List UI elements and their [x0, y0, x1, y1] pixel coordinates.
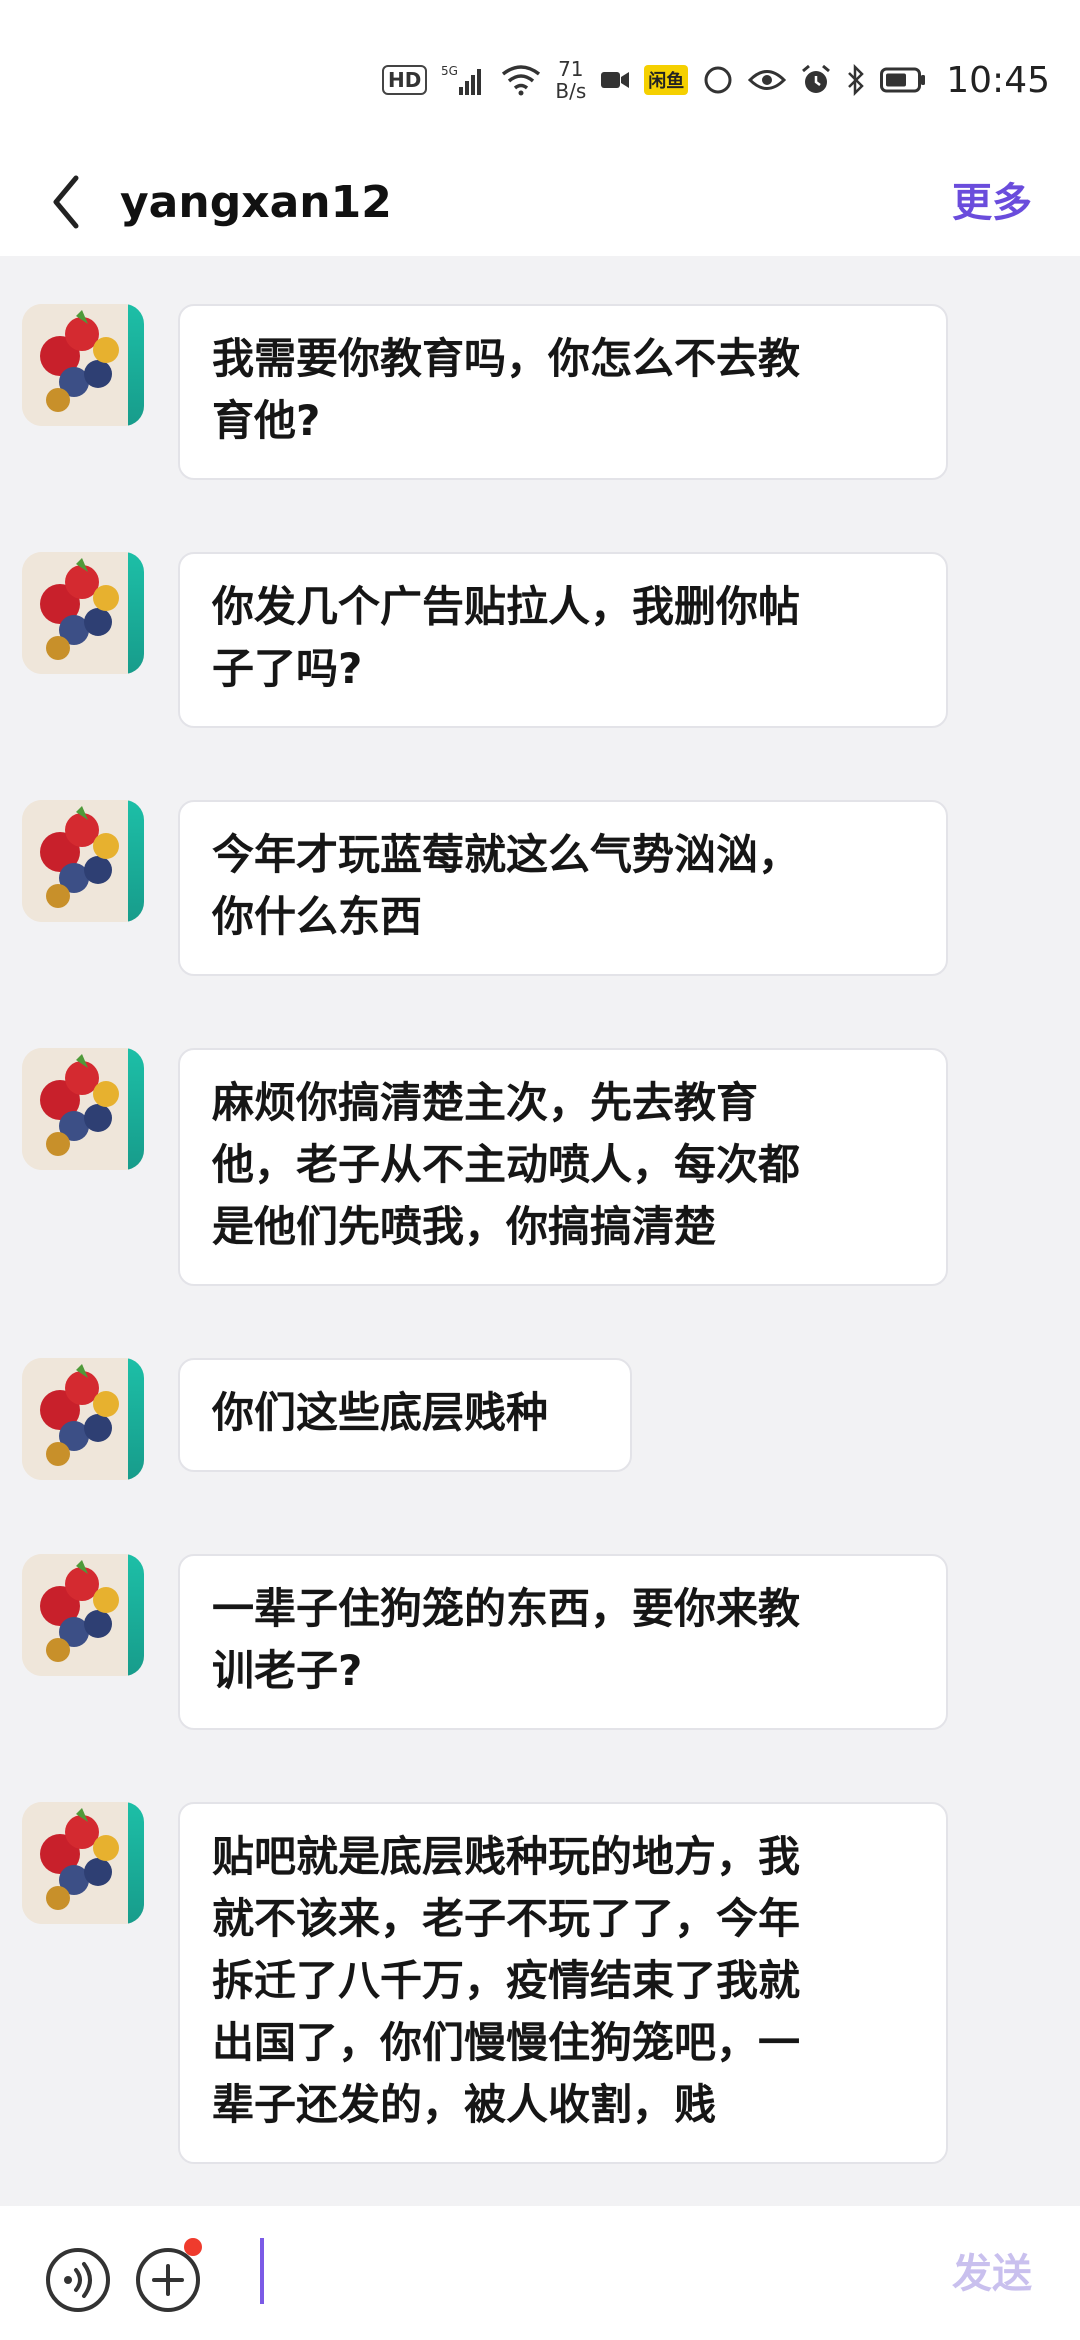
bluetooth-icon: [846, 64, 866, 96]
eye-icon: [748, 67, 787, 93]
avatar[interactable]: [22, 1802, 144, 1924]
alarm-icon: [800, 64, 832, 96]
message-bubble[interactable]: 今年才玩蓝莓就这么气势汹汹， 你什么东西: [178, 800, 948, 976]
svg-text:5G: 5G: [441, 64, 458, 78]
add-icon[interactable]: [134, 2246, 202, 2314]
avatar-accent: [128, 1802, 144, 1924]
avatar-accent: [128, 1048, 144, 1170]
avatar-accent: [128, 800, 144, 922]
notification-dot: [184, 2238, 202, 2256]
wifi-icon: [501, 64, 541, 96]
clock: 10:45: [946, 59, 1050, 101]
avatar-accent: [128, 304, 144, 426]
page-title: yangxan12: [120, 177, 392, 228]
status-icons: HD 5G 71 B/s 闲鱼 10:45: [382, 52, 1050, 108]
message-input[interactable]: [244, 2232, 898, 2314]
message-bubble[interactable]: 我需要你教育吗，你怎么不去教 育他?: [178, 304, 948, 480]
avatar[interactable]: [22, 1358, 144, 1480]
message-list[interactable]: 我需要你教育吗，你怎么不去教 育他? 你发几个广告贴拉人，我删你帖 子了吗? 今…: [0, 256, 1080, 2206]
net-speed: 71 B/s: [555, 58, 586, 102]
chat-header: yangxan12 更多: [0, 150, 1080, 256]
more-button[interactable]: 更多: [952, 172, 1032, 234]
net-speed-value: 71: [558, 57, 584, 81]
message-bubble[interactable]: 贴吧就是底层贱种玩的地方，我 就不该来，老子不玩了了，今年 拆迁了八千万，疫情结…: [178, 1802, 948, 2164]
hd-icon: HD: [382, 65, 428, 95]
text-caret: [260, 2238, 264, 2304]
avatar[interactable]: [22, 304, 144, 426]
message-bubble[interactable]: 麻烦你搞清楚主次，先去教育 他，老子从不主动喷人，每次都 是他们先喷我，你搞搞清…: [178, 1048, 948, 1286]
avatar-accent: [128, 1554, 144, 1676]
avatar[interactable]: [22, 1048, 144, 1170]
avatar-accent: [128, 1358, 144, 1480]
xianyu-badge: 闲鱼: [644, 65, 689, 95]
battery-icon: [880, 67, 926, 93]
send-button[interactable]: 发送: [952, 2244, 1032, 2304]
avatar[interactable]: [22, 800, 144, 922]
message-bubble[interactable]: 一辈子住狗笼的东西，要你来教 训老子?: [178, 1554, 948, 1730]
message-bubble[interactable]: 你发几个广告贴拉人，我删你帖 子了吗?: [178, 552, 948, 728]
avatar[interactable]: [22, 1554, 144, 1676]
signal-5g-icon: 5G: [441, 63, 487, 97]
voice-icon[interactable]: [44, 2246, 112, 2314]
avatar[interactable]: [22, 552, 144, 674]
back-arrow-icon[interactable]: [46, 172, 86, 232]
net-speed-unit: B/s: [555, 79, 587, 103]
video-camera-icon: [600, 69, 630, 91]
message-bubble[interactable]: 你们这些底层贱种: [178, 1358, 632, 1472]
avatar-accent: [128, 552, 144, 674]
input-bar: 发送: [0, 2206, 1080, 2340]
sync-circle-icon: [702, 64, 734, 96]
status-bar: HD 5G 71 B/s 闲鱼 10:45: [0, 0, 1080, 150]
